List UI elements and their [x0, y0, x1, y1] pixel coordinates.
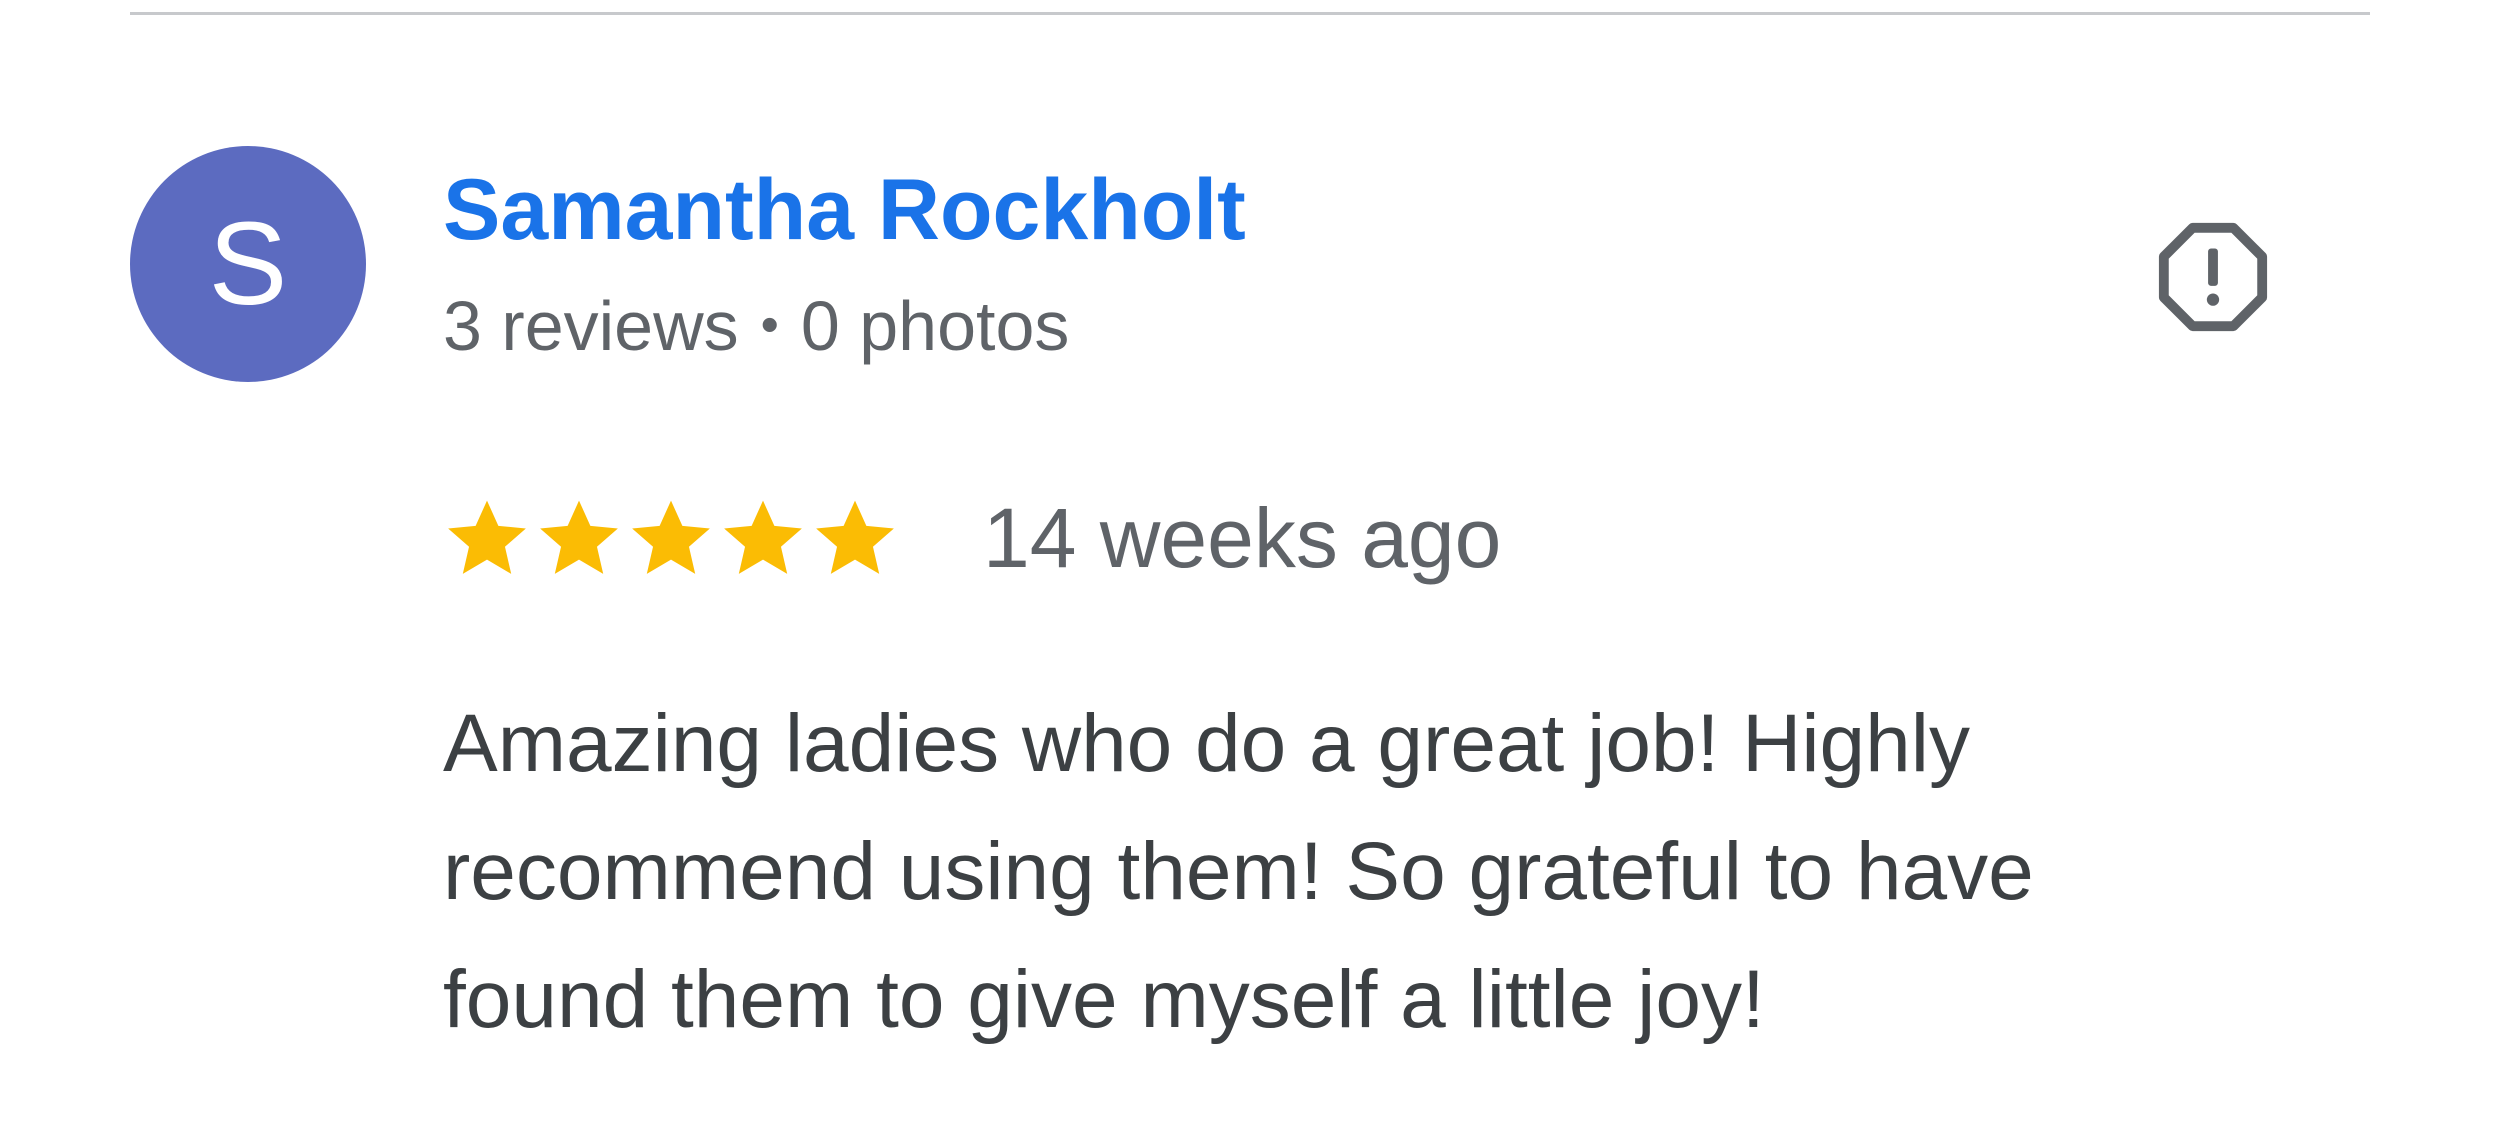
star-icon — [724, 500, 802, 574]
review-text-line: Amazing ladies who do a great job! Highl… — [443, 698, 1970, 789]
photos-count: 0 photos — [800, 287, 1070, 365]
review-text: Amazing ladies who do a great job! Highl… — [443, 680, 2383, 1064]
star-icon — [448, 500, 526, 574]
review-time: 14 weeks ago — [983, 491, 1502, 585]
report-review-button[interactable] — [2148, 212, 2278, 342]
review-card: S Samantha Rockholt 3 reviews • 0 photos 1… — [0, 0, 2500, 1134]
star-icon — [632, 500, 710, 574]
avatar-letter: S — [208, 198, 288, 330]
star-rating — [443, 494, 903, 582]
rating-row: 14 weeks ago — [443, 488, 1501, 588]
star-icon — [540, 500, 618, 574]
top-divider — [130, 12, 2370, 15]
reviews-count: 3 reviews — [443, 287, 739, 365]
reviewer-meta: 3 reviews • 0 photos — [443, 282, 1069, 369]
reviewer-name-link[interactable]: Samantha Rockholt — [443, 160, 1246, 260]
report-flag-octagon-icon — [2158, 222, 2268, 332]
star-icon — [816, 500, 894, 574]
avatar[interactable]: S — [130, 146, 366, 382]
review-text-line: recommend using them! So grateful to hav… — [443, 826, 2034, 917]
review-text-line: found them to give myself a little joy! — [443, 954, 1765, 1045]
meta-separator: • — [760, 296, 779, 354]
